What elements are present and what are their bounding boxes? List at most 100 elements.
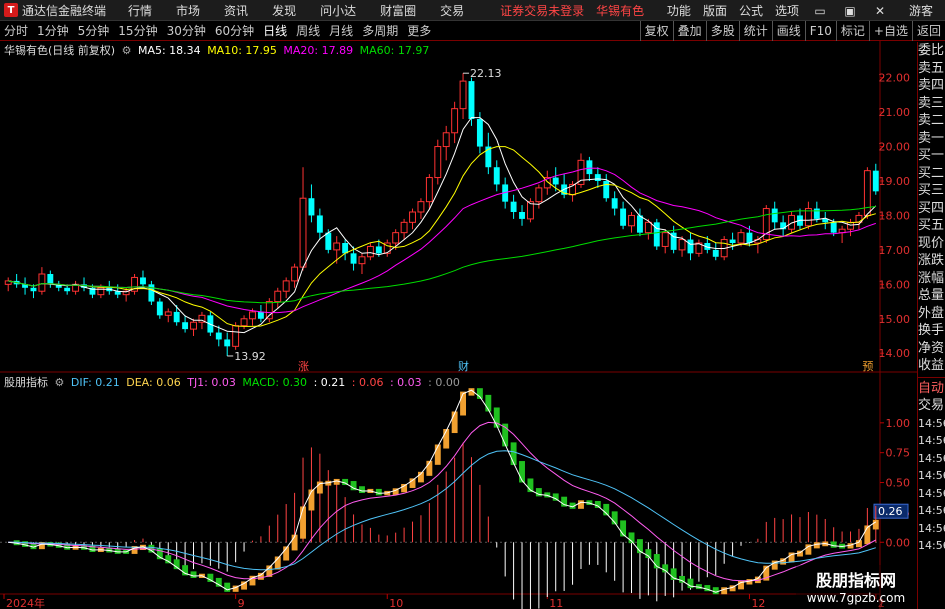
f10-button[interactable]: F10 bbox=[804, 21, 836, 41]
candle-body bbox=[603, 181, 610, 199]
menu-item-discover[interactable]: 发现 bbox=[272, 2, 296, 19]
auto-toggle[interactable]: 自动 bbox=[918, 380, 945, 398]
current-value-label: 0.26 bbox=[878, 505, 903, 518]
signal-block bbox=[451, 411, 458, 434]
quote-field-2: 卖四 bbox=[918, 78, 945, 93]
candle-body bbox=[628, 214, 635, 227]
minimize-icon[interactable]: ▭ bbox=[811, 4, 829, 18]
event-marker-event3[interactable]: 预 bbox=[862, 360, 873, 373]
indicator-legend: 股朋指标 ⚙ DIF: 0.21 DEA: 0.06 TJ1: 0.03 MAC… bbox=[4, 374, 463, 389]
tab-weekly[interactable]: 周线 bbox=[296, 22, 320, 39]
tab-daily[interactable]: 日线 bbox=[263, 22, 287, 39]
menu-item-formula[interactable]: 公式 bbox=[739, 2, 763, 19]
candle-body bbox=[737, 232, 745, 244]
draw-line-button[interactable]: 画线 bbox=[771, 21, 805, 41]
value-magenta: : 0.03 bbox=[389, 376, 422, 389]
tab-15min[interactable]: 15分钟 bbox=[118, 22, 157, 39]
dea-line bbox=[8, 421, 877, 582]
candle-body bbox=[442, 132, 450, 148]
candle-body bbox=[729, 239, 736, 243]
add-watchlist-button[interactable]: +自选 bbox=[868, 21, 912, 41]
candle-body bbox=[872, 170, 879, 192]
tab-more[interactable]: 更多 bbox=[407, 22, 431, 39]
candle-body bbox=[215, 332, 222, 340]
candle-body bbox=[350, 253, 357, 264]
signal-block bbox=[830, 541, 837, 548]
indicator-gear-icon[interactable]: ⚙ bbox=[55, 376, 65, 389]
tab-multi-period[interactable]: 多周期 bbox=[362, 22, 398, 39]
mark-button[interactable]: 标记 bbox=[835, 21, 869, 41]
adjust-button[interactable]: 复权 bbox=[639, 21, 673, 41]
date-tick-label: 11 bbox=[549, 597, 563, 609]
menu-item-market[interactable]: 行情 bbox=[128, 2, 152, 19]
candle-body bbox=[30, 287, 37, 292]
menu-item-wealth[interactable]: 财富圈 bbox=[380, 2, 416, 19]
candle-body bbox=[291, 266, 299, 282]
watermark: 股朋指标网 www.7gpzb.com bbox=[796, 565, 916, 607]
candle-body bbox=[746, 232, 753, 243]
candle-body bbox=[519, 212, 525, 219]
candle-body bbox=[274, 290, 282, 303]
signal-block bbox=[510, 442, 517, 466]
overlay-button[interactable]: 叠加 bbox=[672, 21, 706, 41]
menu-item-layout[interactable]: 版面 bbox=[703, 2, 727, 19]
main-menu: 行情 市场 资讯 发现 问小达 财富圈 交易 bbox=[128, 2, 488, 19]
quote-side-panel: 委比 卖五 卖四 卖三 卖二 卖一 买一 买二 买三 买四 买五 现价 涨跌 涨幅 总量 外盘 换手 净资 收益 自… bbox=[917, 42, 945, 609]
candle-body bbox=[257, 311, 264, 319]
event-marker-event2[interactable]: 财 bbox=[458, 359, 469, 373]
stock-name-link[interactable]: 华锡有色 bbox=[596, 2, 644, 19]
signal-block bbox=[662, 564, 669, 573]
event-marker-event1[interactable]: 涨 bbox=[298, 360, 309, 373]
menu-item-function[interactable]: 功能 bbox=[667, 2, 691, 19]
statistics-button[interactable]: 统计 bbox=[738, 21, 772, 41]
watermark-url: www.7gpzb.com bbox=[806, 591, 906, 605]
candle-body bbox=[459, 80, 467, 110]
tab-60min[interactable]: 60分钟 bbox=[215, 22, 254, 39]
settings-gear-icon[interactable]: ⚙ bbox=[122, 44, 132, 57]
candle-body bbox=[156, 301, 163, 316]
candle-body bbox=[510, 201, 517, 212]
back-button[interactable]: 返回 bbox=[911, 21, 945, 41]
menu-item-news[interactable]: 资讯 bbox=[224, 2, 248, 19]
kline-chart[interactable]: 22.00 21.00 20.00 19.00 18.00 17.00 16.00 15.00… bbox=[0, 41, 917, 609]
candle-body bbox=[375, 246, 382, 254]
ma5-label: MA5: 18.34 bbox=[137, 44, 201, 57]
tick-time-list: 14:56 14:56 14:56 14:56 14:56 14:56 14:56 14:56 bbox=[918, 415, 945, 555]
menu-item-market-overview[interactable]: 市场 bbox=[176, 2, 200, 19]
quote-field-14: 总量 bbox=[918, 288, 945, 303]
trade-button[interactable]: 交易 bbox=[918, 397, 945, 415]
close-icon[interactable]: ✕ bbox=[871, 4, 889, 18]
tab-1min[interactable]: 1分钟 bbox=[37, 22, 69, 39]
indicator-tick-label: 1.00 bbox=[886, 417, 911, 430]
candle-body bbox=[644, 221, 652, 234]
candle-body bbox=[653, 222, 660, 247]
tab-5min[interactable]: 5分钟 bbox=[78, 22, 110, 39]
quote-field-3: 卖三 bbox=[918, 95, 945, 111]
candle-body bbox=[661, 232, 669, 247]
multi-stock-button[interactable]: 多股 bbox=[705, 21, 739, 41]
tab-intraday[interactable]: 分时 bbox=[4, 22, 28, 39]
login-status[interactable]: 证券交易未登录 bbox=[500, 2, 584, 19]
tab-30min[interactable]: 30分钟 bbox=[167, 22, 206, 39]
app-logo-icon: T bbox=[4, 3, 18, 17]
value-white: : 0.21 bbox=[313, 376, 346, 389]
restore-icon[interactable]: ▣ bbox=[841, 4, 859, 18]
high-label: 22.13 bbox=[470, 67, 502, 80]
tick-time-4: 14:56 bbox=[918, 486, 945, 500]
candle-body bbox=[282, 280, 290, 292]
signal-block bbox=[300, 506, 306, 539]
candle-body bbox=[451, 108, 459, 134]
indicator-tick-label: 0.75 bbox=[886, 447, 911, 460]
candle-body bbox=[813, 208, 820, 219]
title-right-menu: 功能 版面 公式 选项 ▭ ▣ ✕ 游客 bbox=[667, 0, 945, 21]
candle-body bbox=[316, 215, 323, 233]
candle-body bbox=[771, 208, 778, 223]
menu-item-trade[interactable]: 交易 bbox=[440, 2, 464, 19]
menu-item-options[interactable]: 选项 bbox=[775, 2, 799, 19]
quote-field-5: 卖一 bbox=[918, 130, 945, 146]
tab-monthly[interactable]: 月线 bbox=[329, 22, 353, 39]
guest-label[interactable]: 游客 bbox=[909, 2, 933, 19]
signal-block bbox=[594, 500, 601, 508]
menu-item-ask[interactable]: 问小达 bbox=[320, 2, 356, 19]
candle-body bbox=[182, 322, 189, 330]
